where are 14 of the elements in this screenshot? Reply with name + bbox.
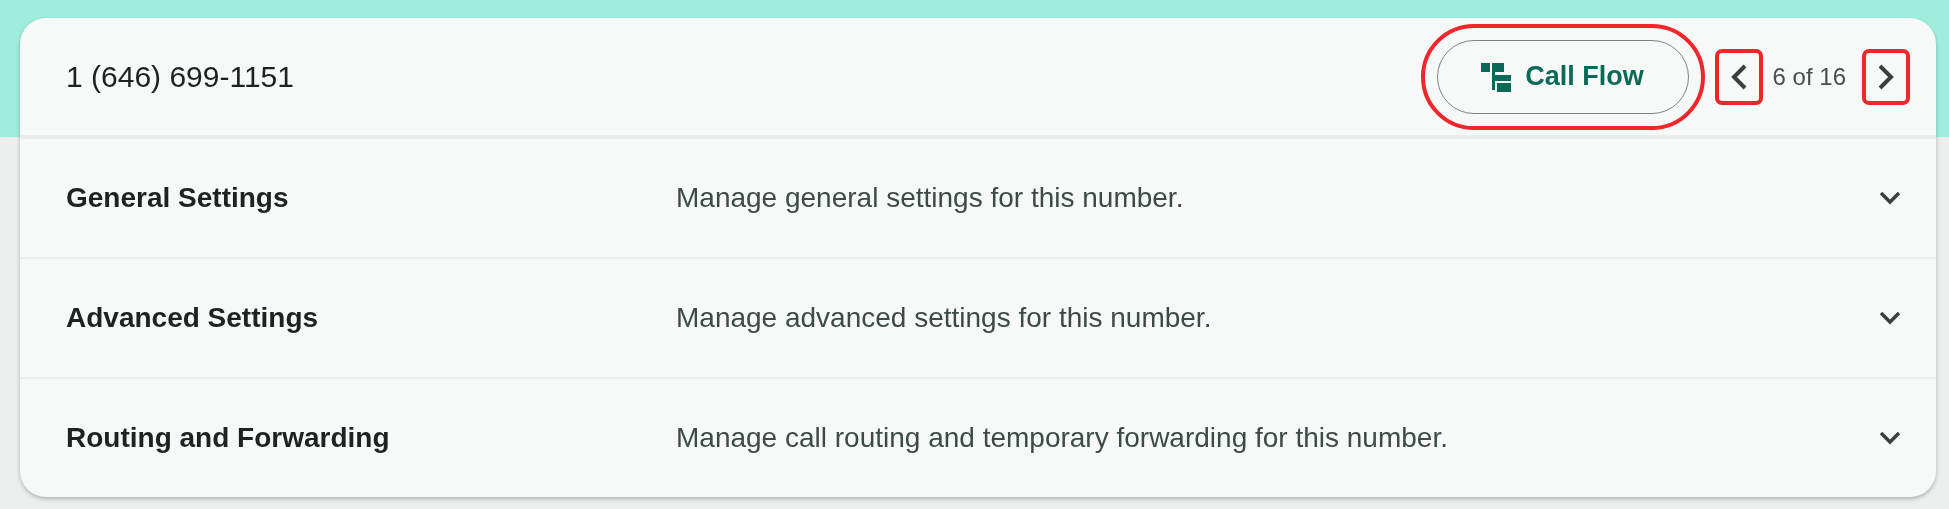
chevron-right-icon — [1877, 62, 1895, 91]
section-description: Manage advanced settings for this number. — [676, 302, 1213, 334]
chevron-down-icon[interactable] — [1878, 190, 1902, 206]
section-description: Manage call routing and temporary forwarding for this number. — [676, 422, 1449, 454]
chevron-left-icon — [1729, 62, 1748, 91]
section-title: Advanced Settings — [66, 302, 320, 334]
section-title: Routing and Forwarding — [66, 422, 391, 454]
section-description: Manage general settings for this number. — [676, 182, 1185, 214]
page-counter: 6 of 16 — [1772, 62, 1846, 91]
chevron-down-icon[interactable] — [1878, 310, 1902, 326]
phone-number: 1 (646) 699-1151 — [66, 59, 295, 94]
chevron-down-icon[interactable] — [1878, 430, 1902, 446]
flow-diagram-icon — [1481, 61, 1512, 92]
section-title: General Settings — [66, 182, 290, 214]
